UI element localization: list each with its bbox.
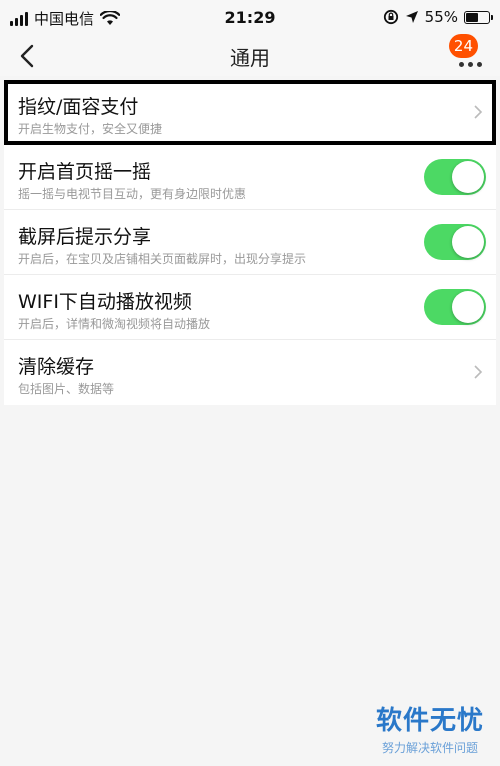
row-biometric-payment[interactable]: 指纹/面容支付 开启生物支付，安全又便捷 bbox=[4, 80, 496, 145]
nav-bar: 通用 24 bbox=[0, 34, 500, 76]
wifi-autoplay-toggle[interactable] bbox=[424, 289, 486, 325]
battery-fill bbox=[466, 12, 479, 22]
row-title: 截屏后提示分享 bbox=[18, 226, 152, 248]
row-subtitle: 开启后，在宝贝及店铺相关页面截屏时，出现分享提示 bbox=[18, 252, 307, 266]
row-title: 开启首页摇一摇 bbox=[18, 161, 152, 183]
row-title: 指纹/面容支付 bbox=[18, 96, 139, 118]
row-screenshot-share: 截屏后提示分享 开启后，在宝贝及店铺相关页面截屏时，出现分享提示 bbox=[4, 210, 496, 275]
notification-badge: 24 bbox=[448, 34, 478, 58]
toggle-knob bbox=[452, 226, 484, 258]
row-wifi-autoplay: WIFI下自动播放视频 开启后，详情和微淘视频将自动播放 bbox=[4, 275, 496, 340]
row-title: WIFI下自动播放视频 bbox=[18, 291, 192, 313]
battery-percent: 55% bbox=[424, 8, 458, 26]
row-subtitle: 开启生物支付，安全又便捷 bbox=[18, 122, 163, 136]
row-title: 清除缓存 bbox=[18, 356, 95, 378]
row-subtitle: 开启后，详情和微淘视频将自动播放 bbox=[18, 317, 211, 331]
screenshot-share-toggle[interactable] bbox=[424, 224, 486, 260]
chevron-right-icon bbox=[474, 365, 483, 379]
watermark-slogan: 努力解决软件问题 bbox=[381, 741, 478, 755]
location-icon bbox=[405, 11, 418, 23]
page-title: 通用 bbox=[230, 46, 270, 70]
watermark: 软件无忧 努力解决软件问题 bbox=[370, 700, 490, 762]
row-clear-cache[interactable]: 清除缓存 包括图片、数据等 bbox=[4, 340, 496, 405]
settings-list: 指纹/面容支付 开启生物支付，安全又便捷 开启首页摇一摇 摇一摇与电视节目互动，… bbox=[4, 80, 496, 405]
watermark-brand: 软件无忧 bbox=[375, 706, 484, 736]
battery-icon bbox=[464, 10, 493, 24]
chevron-right-icon bbox=[474, 105, 483, 119]
shake-toggle[interactable] bbox=[424, 159, 486, 195]
toggle-knob bbox=[452, 291, 484, 323]
status-right: 55% bbox=[383, 8, 493, 26]
row-subtitle: 摇一摇与电视节目互动，更有身边限时优惠 bbox=[18, 187, 247, 201]
more-button[interactable]: 24 bbox=[448, 34, 488, 74]
toggle-knob bbox=[452, 161, 484, 193]
more-dots-icon bbox=[459, 62, 482, 67]
row-subtitle: 包括图片、数据等 bbox=[18, 382, 115, 396]
row-shake: 开启首页摇一摇 摇一摇与电视节目互动，更有身边限时优惠 bbox=[4, 145, 496, 210]
rotation-lock-icon bbox=[383, 9, 398, 25]
status-bar: 中国电信 21:29 55% bbox=[0, 0, 500, 36]
